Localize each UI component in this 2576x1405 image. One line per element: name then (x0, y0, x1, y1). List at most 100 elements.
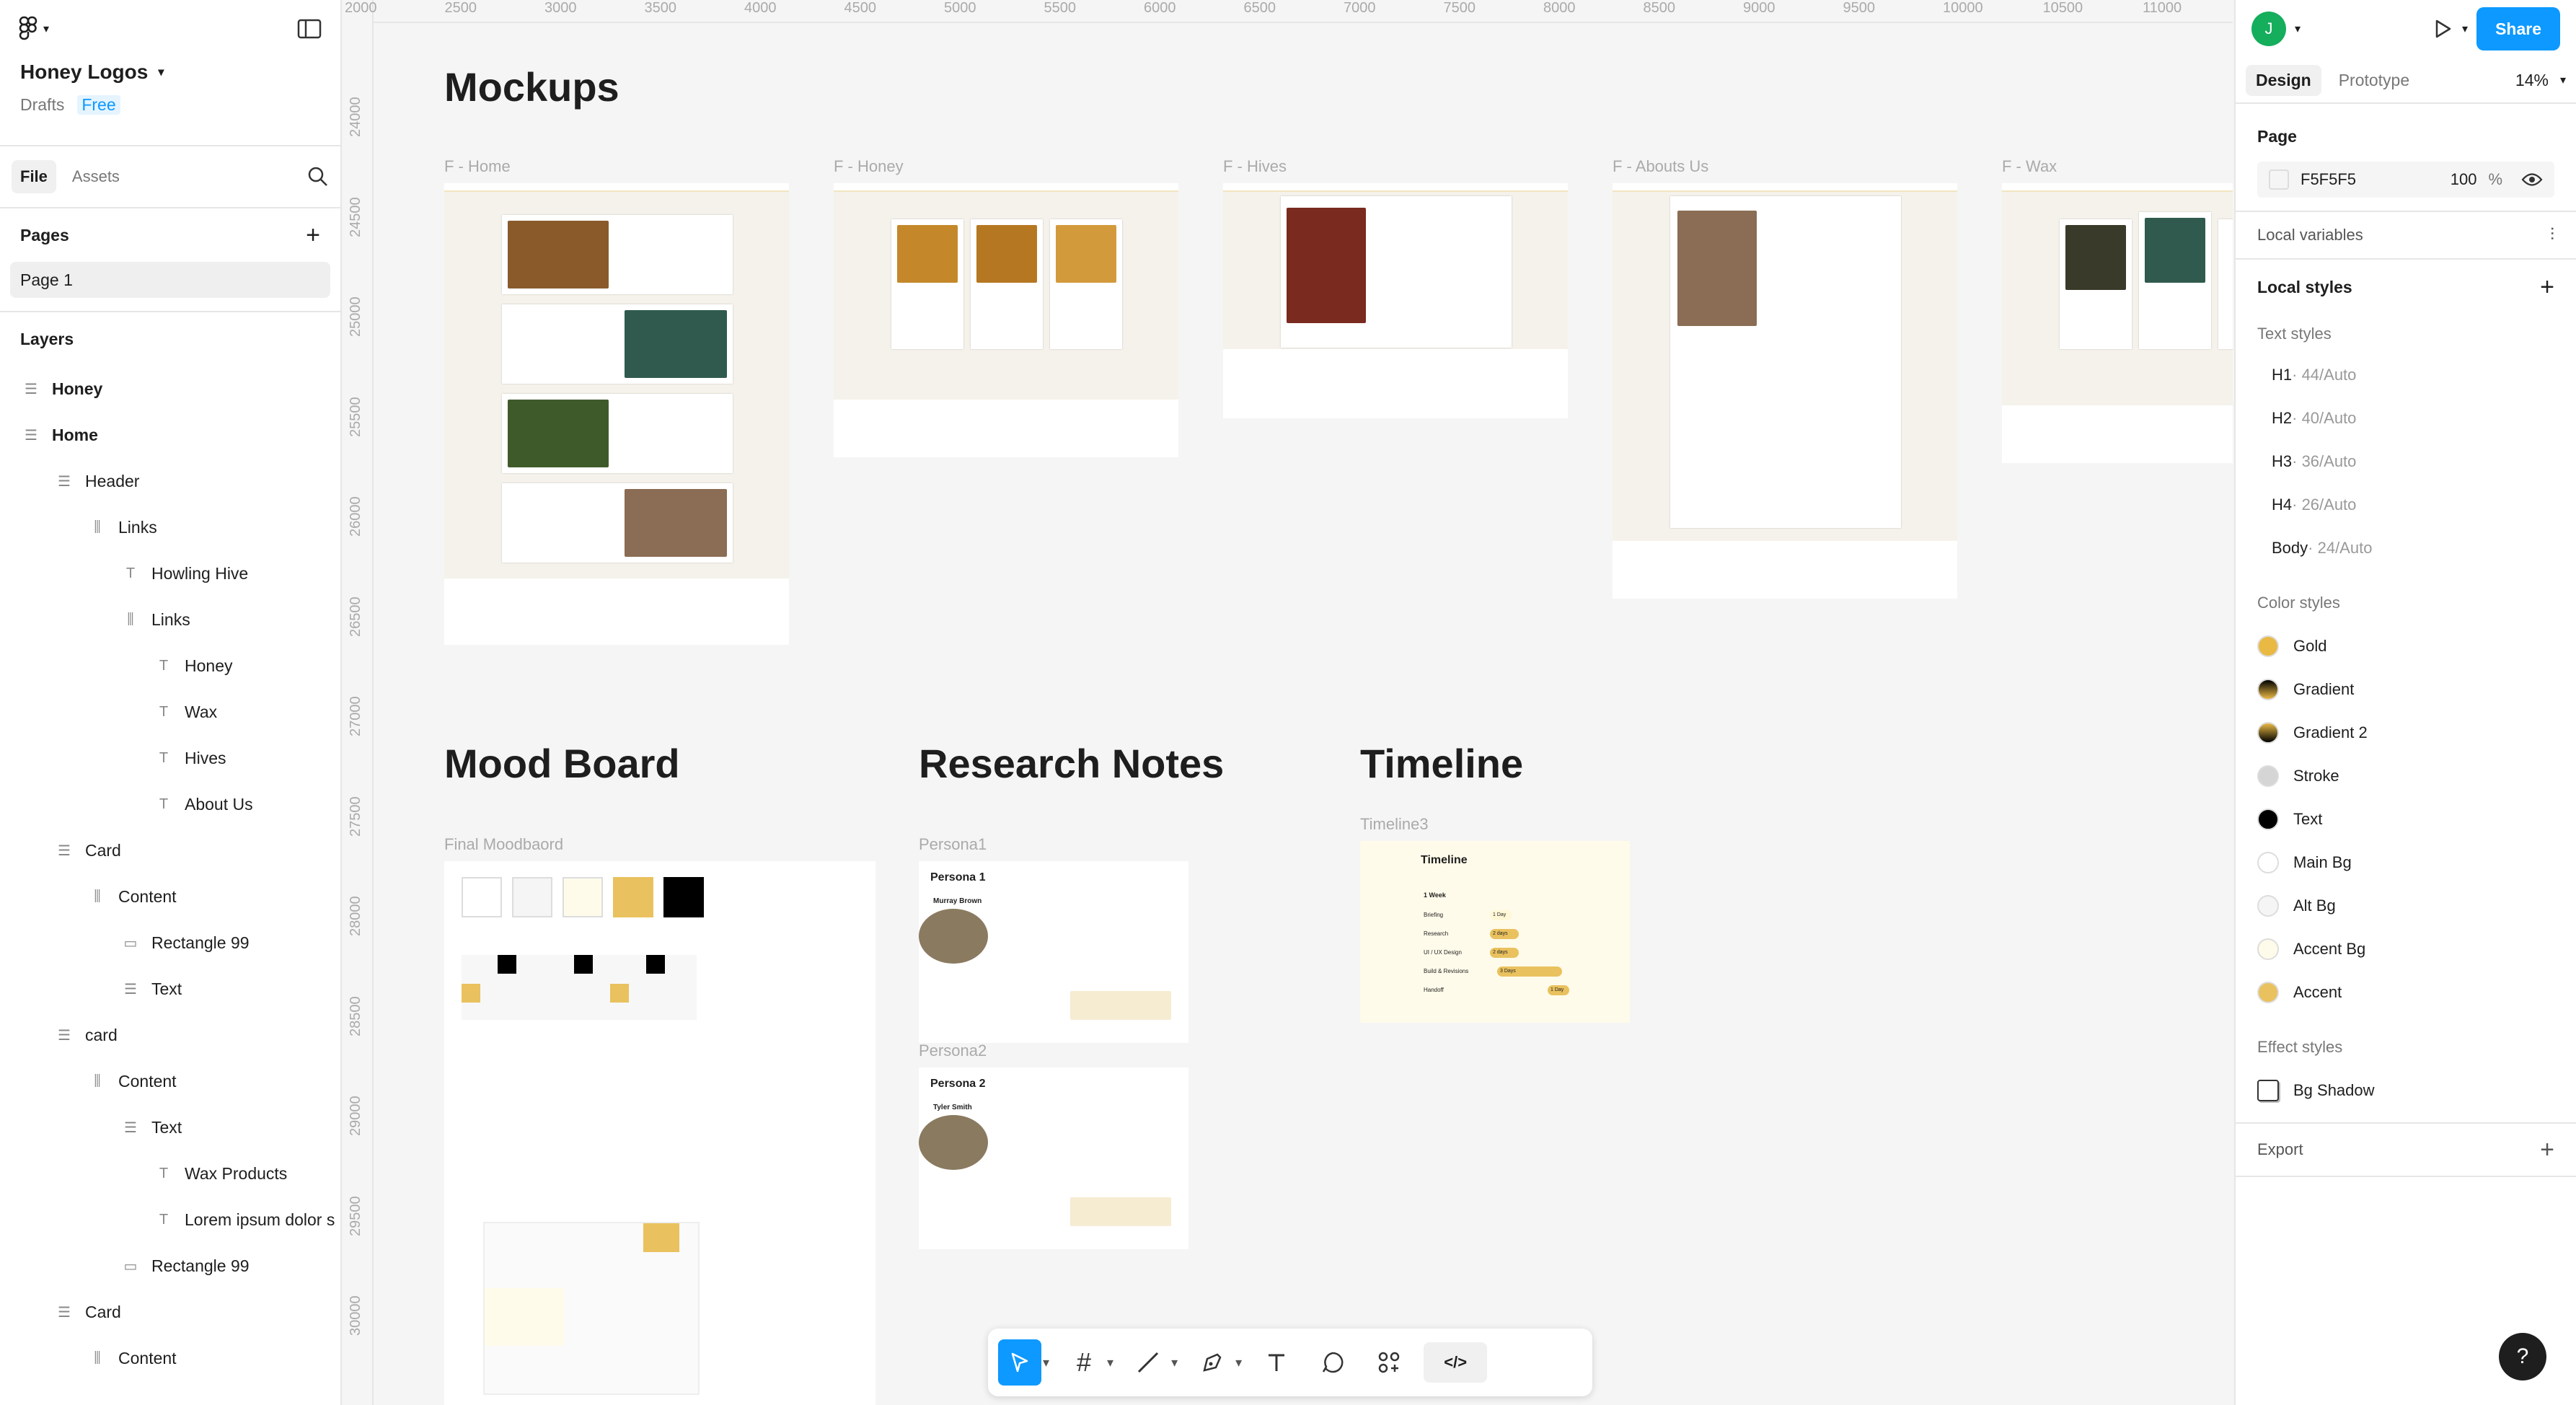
page-background-field[interactable]: F5F5F5 100 % (2257, 162, 2554, 198)
layer-item[interactable]: ⫼ Links (0, 504, 340, 550)
color-chip[interactable] (2269, 169, 2289, 190)
frame-label[interactable]: F - Abouts Us (1613, 157, 1708, 176)
toggle-sidebar-icon[interactable] (297, 19, 322, 39)
layer-item[interactable]: ☰ card (0, 1012, 340, 1058)
layer-item[interactable]: ▭ Rectangle 99 (0, 1243, 340, 1289)
frame-label[interactable]: Final Moodbaord (444, 835, 563, 854)
frame-label[interactable]: F - Hives (1223, 157, 1287, 176)
frame-label[interactable]: Persona1 (919, 835, 987, 854)
frame-label[interactable]: F - Wax (2002, 157, 2057, 176)
frame-home[interactable] (444, 183, 789, 645)
plan-badge[interactable]: Free (77, 95, 120, 115)
page-heading: Page (2257, 126, 2297, 146)
layer-item[interactable]: ☰ Header (0, 458, 340, 504)
frame-label[interactable]: F - Honey (834, 157, 904, 176)
add-style-icon[interactable]: + (2540, 273, 2554, 301)
layer-item[interactable]: T Wax (0, 689, 340, 735)
layer-item[interactable]: ⫼ Links (0, 596, 340, 643)
color-style-item[interactable]: Stroke (2236, 754, 2576, 798)
frame-label[interactable]: F - Home (444, 157, 511, 176)
layer-item[interactable]: T About Us (0, 781, 340, 827)
layer-item[interactable]: ⫼ Content (0, 1058, 340, 1104)
frame-wax[interactable] (2002, 183, 2233, 463)
layer-item[interactable]: ▭ Rectangle 99 (0, 920, 340, 966)
main-menu-button[interactable]: ▾ (19, 16, 49, 42)
tab-design[interactable]: Design (2246, 64, 2321, 96)
color-style-item[interactable]: Text (2236, 798, 2576, 841)
actions-button[interactable] (1367, 1339, 1411, 1386)
text-style-item[interactable]: H4 · 26/Auto (2236, 483, 2576, 527)
layer-item[interactable]: ⫼ Content (0, 873, 340, 920)
text-tool-button[interactable] (1255, 1339, 1298, 1386)
tab-file[interactable]: File (12, 160, 56, 193)
local-variables-row[interactable]: Local variables ⫶ (2236, 212, 2576, 258)
frame-persona-2[interactable]: Persona 2 Tyler Smith (919, 1067, 1188, 1249)
help-button[interactable]: ? (2499, 1333, 2546, 1380)
export-row[interactable]: Export + (2236, 1124, 2576, 1176)
frame-hives[interactable] (1223, 183, 1568, 418)
drafts-link[interactable]: Drafts (20, 95, 64, 115)
pen-tool-button[interactable] (1191, 1339, 1234, 1386)
chevron-down-icon[interactable]: ▾ (1171, 1355, 1178, 1370)
line-tool-button[interactable] (1126, 1339, 1170, 1386)
color-style-item[interactable]: Gradient (2236, 668, 2576, 711)
chevron-down-icon[interactable]: ▾ (1043, 1355, 1049, 1370)
frame-label[interactable]: Persona2 (919, 1041, 987, 1060)
layer-item[interactable]: T Hives (0, 735, 340, 781)
chevron-down-icon[interactable]: ▾ (1235, 1355, 1242, 1370)
layer-item[interactable]: ☰ Honey (0, 366, 340, 412)
add-page-icon[interactable]: + (306, 221, 320, 250)
layer-item[interactable]: T Howling Hive (0, 550, 340, 596)
effect-style-item[interactable]: Bg Shadow (2236, 1069, 2576, 1112)
share-button[interactable]: Share (2476, 7, 2560, 50)
comment-tool-button[interactable] (1311, 1339, 1354, 1386)
chevron-down-icon[interactable]: ▾ (2295, 22, 2301, 36)
color-style-item[interactable]: Gold (2236, 625, 2576, 668)
color-style-item[interactable]: Alt Bg (2236, 884, 2576, 928)
sliders-icon[interactable]: ⫶ (2550, 225, 2554, 245)
text-style-item[interactable]: H1 · 44/Auto (2236, 353, 2576, 397)
tab-prototype[interactable]: Prototype (2329, 65, 2420, 96)
tab-assets[interactable]: Assets (63, 160, 128, 193)
search-icon[interactable] (307, 166, 329, 188)
frame-honey[interactable] (834, 183, 1178, 457)
layer-item[interactable]: ⫼ Content (0, 1335, 340, 1381)
color-style-item[interactable]: Accent Bg (2236, 928, 2576, 971)
layer-item[interactable]: ☰ Card (0, 1289, 340, 1335)
layer-item[interactable]: ☰ Text (0, 966, 340, 1012)
text-style-item[interactable]: H2 · 40/Auto (2236, 397, 2576, 440)
zoom-level[interactable]: 14% (2515, 71, 2549, 90)
layer-item[interactable]: T Wax Products (0, 1150, 340, 1197)
text-style-item[interactable]: H3 · 36/Auto (2236, 440, 2576, 483)
add-export-icon[interactable]: + (2540, 1136, 2554, 1164)
frame-label[interactable]: Timeline3 (1360, 815, 1429, 834)
eye-icon[interactable] (2521, 172, 2543, 188)
frame-tool-button[interactable]: # (1062, 1339, 1106, 1386)
present-play-icon[interactable] (2432, 18, 2453, 40)
chevron-down-icon[interactable]: ▾ (1107, 1355, 1113, 1370)
move-tool-button[interactable] (998, 1339, 1041, 1386)
layer-item[interactable]: T Honey (0, 643, 340, 689)
layer-item[interactable]: ☰ Card (0, 827, 340, 873)
canvas[interactable]: 24000 24500 25000 25500 26000 26500 27000 27500… (343, 0, 2233, 1405)
frame-persona-1[interactable]: Persona 1 Murray Brown (919, 861, 1188, 1043)
project-name[interactable]: Honey Logos ▾ (20, 61, 320, 84)
color-style-item[interactable]: Main Bg (2236, 841, 2576, 884)
dev-mode-toggle[interactable]: </> (1424, 1342, 1488, 1383)
frame-timeline[interactable]: Timeline 1 Week Briefing 1 Day Research 2 d… (1360, 841, 1630, 1023)
layer-item[interactable]: ☰ Text (0, 1104, 340, 1150)
color-style-item[interactable]: Gradient 2 (2236, 711, 2576, 754)
chevron-down-icon[interactable]: ▾ (2560, 73, 2566, 87)
layer-item[interactable]: T Lorem ipsum dolor s (0, 1197, 340, 1243)
mock-footer (834, 400, 1178, 457)
frame-about-us[interactable] (1613, 183, 1957, 599)
chevron-down-icon[interactable]: ▾ (2462, 22, 2468, 36)
text-style-item[interactable]: Body · 24/Auto (2236, 527, 2576, 570)
page-item[interactable]: Page 1 (10, 262, 330, 298)
avatar[interactable]: J (2251, 12, 2286, 46)
page-opacity-value[interactable]: 100 (2451, 170, 2477, 189)
page-color-value[interactable]: F5F5F5 (2301, 170, 2439, 189)
frame-mood-board[interactable] (444, 861, 875, 1405)
color-style-item[interactable]: Accent (2236, 971, 2576, 1014)
layer-item[interactable]: ☰ Home (0, 412, 340, 458)
